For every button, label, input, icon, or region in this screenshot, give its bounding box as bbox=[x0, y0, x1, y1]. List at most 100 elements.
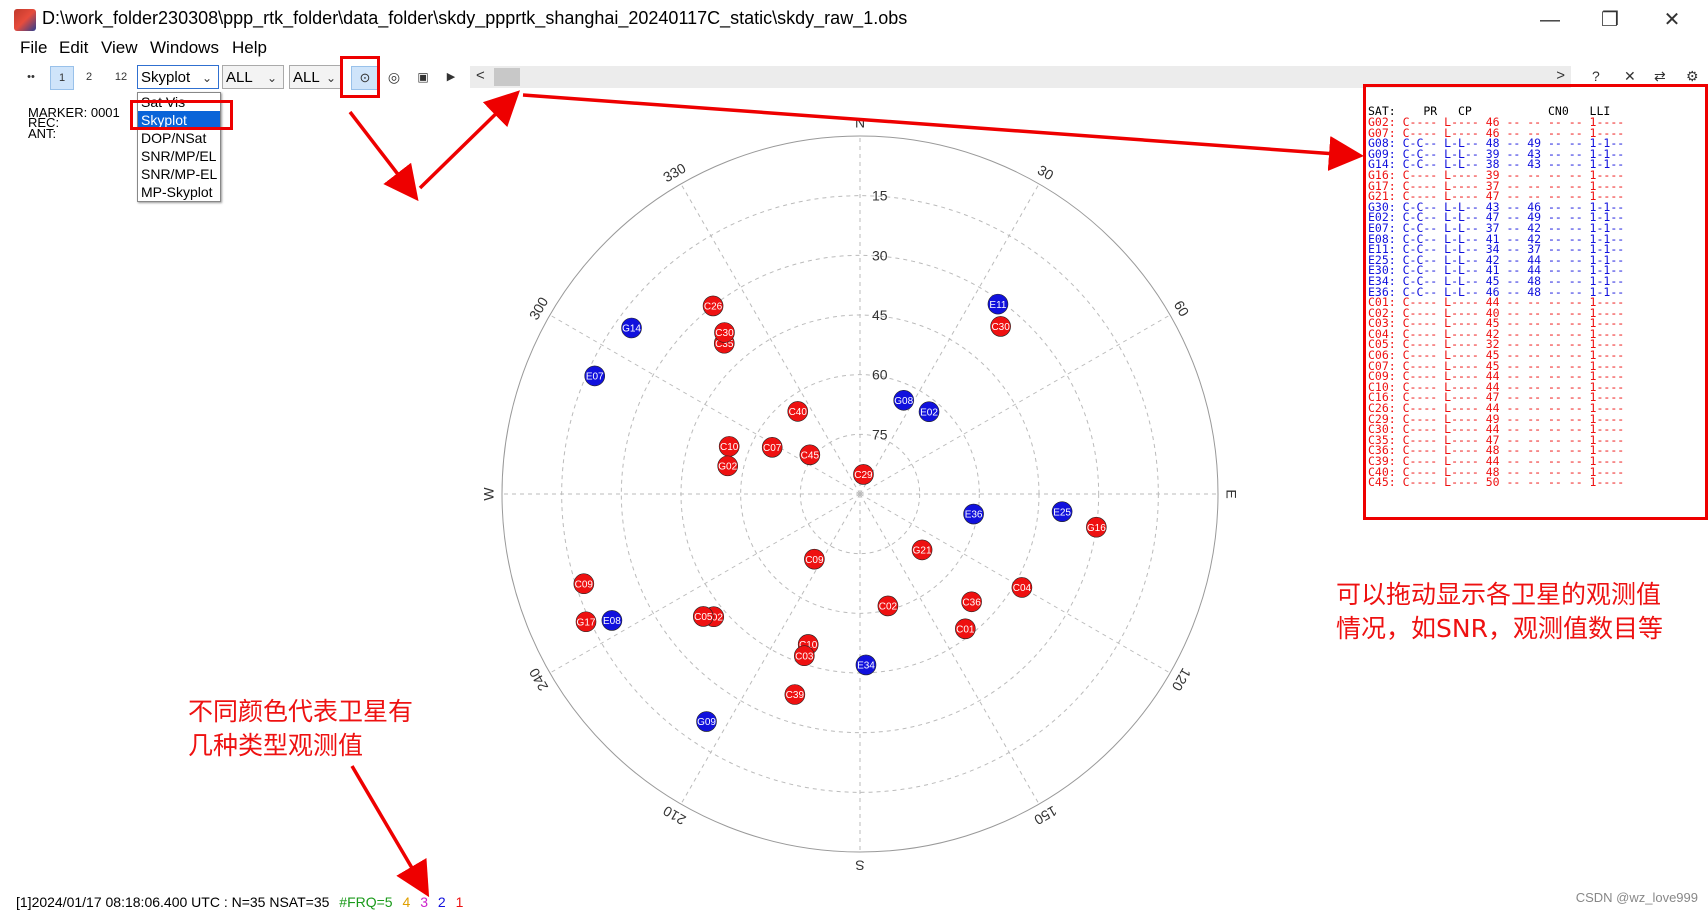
watermark: CSDN @wz_love999 bbox=[1575, 890, 1698, 905]
satellite-marker: C04 bbox=[1011, 577, 1033, 598]
satellite-marker: C01 bbox=[955, 618, 976, 640]
satellite-marker: C36 bbox=[961, 591, 982, 613]
satellite-marker: C03 bbox=[794, 645, 815, 667]
satellite-label: C07 bbox=[763, 443, 782, 454]
azimuth-label: 210 bbox=[660, 803, 688, 829]
satellite-marker: C10 bbox=[718, 436, 740, 457]
sat-button-highlight bbox=[340, 56, 380, 98]
right-annotation: 可以拖动显示各卫星的观测值 情况，如SNR，观测值数目等 bbox=[1336, 578, 1663, 646]
azimuth-label: S bbox=[855, 857, 864, 873]
skyplot-option-highlight bbox=[130, 100, 233, 130]
satellite-label: C04 bbox=[1013, 583, 1032, 594]
satellite-marker: C40 bbox=[787, 401, 809, 422]
azimuth-label: 120 bbox=[1169, 666, 1195, 694]
annotation-line: 几种类型观测值 bbox=[188, 731, 364, 760]
satellite-label: C09 bbox=[805, 555, 824, 566]
satellite-marker: C30 bbox=[990, 316, 1011, 337]
satellite-marker: C07 bbox=[761, 437, 783, 458]
satellite-label: C03 bbox=[795, 651, 814, 662]
satellite-marker: C09 bbox=[804, 548, 825, 570]
satellite-label: E08 bbox=[603, 616, 621, 627]
frequency-count: 2 bbox=[437, 894, 446, 910]
elevation-label: 15 bbox=[872, 188, 888, 204]
frequency-label: #FRQ=5 bbox=[339, 894, 393, 910]
satellite-label: C39 bbox=[786, 690, 805, 701]
satellite-label: E07 bbox=[586, 372, 604, 383]
frequency-count: 1 bbox=[455, 894, 464, 910]
satellite-marker: G14 bbox=[621, 317, 642, 339]
satellite-marker: C30 bbox=[714, 322, 735, 343]
annotation-line: 情况，如SNR，观测值数目等 bbox=[1336, 614, 1663, 643]
satellite-marker: C29 bbox=[853, 464, 874, 485]
frequency-count: 4 bbox=[402, 894, 411, 910]
azimuth-label: 60 bbox=[1171, 298, 1193, 320]
annotation-line: 不同颜色代表卫星有 bbox=[188, 697, 414, 726]
table-rows: G02: C---- L---- 46 -- -- -- -- 1---- G07… bbox=[1368, 116, 1708, 490]
elevation-label: 75 bbox=[872, 426, 888, 442]
satellite-marker: G08 bbox=[893, 389, 915, 411]
satellite-label: C09 bbox=[575, 579, 594, 590]
satellite-label: C01 bbox=[956, 624, 975, 635]
azimuth-label: 300 bbox=[526, 294, 552, 322]
azimuth-line bbox=[549, 314, 861, 495]
satellite-marker: E02 bbox=[918, 401, 940, 423]
satellite-label: G08 bbox=[894, 396, 913, 407]
table-row: C45: C---- L---- 50 -- -- -- -- 1---- bbox=[1368, 475, 1625, 490]
satellite-label: C30 bbox=[991, 322, 1010, 333]
satellite-label: G14 bbox=[622, 324, 641, 335]
satellite-label: C05 bbox=[694, 612, 713, 623]
annotation-line: 可以拖动显示各卫星的观测值 bbox=[1336, 580, 1662, 609]
azimuth-line bbox=[680, 493, 861, 805]
elevation-label: 45 bbox=[872, 307, 888, 323]
satellite-marker: E08 bbox=[601, 610, 623, 631]
satellite-label: G16 bbox=[1087, 523, 1106, 534]
satellite-label: G02 bbox=[718, 462, 737, 473]
satellite-label: E36 bbox=[965, 510, 983, 521]
status-bar: [1]2024/01/17 08:18:06.400 UTC : N=35 NS… bbox=[16, 894, 469, 910]
left-annotation: 不同颜色代表卫星有 几种类型观测值 bbox=[188, 695, 413, 763]
satellite-label: G17 bbox=[577, 617, 596, 628]
arrow-1 bbox=[348, 110, 419, 202]
arrow-3 bbox=[522, 93, 1364, 171]
satellite-label: C29 bbox=[854, 470, 873, 481]
satellite-marker: C05 bbox=[692, 606, 714, 627]
satellite-label: C30 bbox=[715, 328, 734, 339]
elevation-label: 30 bbox=[872, 247, 888, 263]
satellite-marker: C02 bbox=[877, 595, 899, 617]
satellite-marker: E25 bbox=[1051, 501, 1073, 522]
satellite-marker: C39 bbox=[784, 684, 806, 705]
azimuth-label: 240 bbox=[526, 665, 552, 693]
annotation-arrows bbox=[348, 90, 1364, 898]
satellite-marker: G21 bbox=[911, 539, 933, 561]
azimuth-label: 30 bbox=[1035, 162, 1057, 184]
satellite-marker: G17 bbox=[575, 611, 597, 633]
satellite-marker: G02 bbox=[717, 455, 739, 477]
azimuth-label: 150 bbox=[1031, 803, 1059, 829]
satellite-label: C45 bbox=[801, 450, 820, 461]
satellite-label: C26 bbox=[704, 302, 723, 313]
satellite-label: E11 bbox=[989, 300, 1006, 311]
satellite-marker: E07 bbox=[584, 365, 606, 387]
satellite-label: G09 bbox=[697, 717, 716, 728]
satellite-label: C36 bbox=[962, 597, 981, 608]
elevation-label: 60 bbox=[872, 367, 888, 383]
satellite-marker: E11 bbox=[987, 293, 1009, 315]
satellite-label: C10 bbox=[720, 442, 739, 453]
arrow-4 bbox=[350, 765, 430, 898]
satellite-label: E25 bbox=[1053, 507, 1071, 518]
azimuth-line bbox=[859, 493, 1040, 805]
azimuth-label: W bbox=[481, 487, 497, 501]
observation-table: SAT: PR CP CN0 LLI G02: C---- L---- 46 -… bbox=[1368, 105, 1708, 490]
azimuth-label: N bbox=[855, 115, 865, 131]
arrow-2 bbox=[418, 90, 521, 190]
azimuth-label: 330 bbox=[660, 160, 688, 186]
satellite-marker: G16 bbox=[1086, 516, 1107, 538]
satellite-label: C02 bbox=[879, 602, 898, 613]
satellite-label: C40 bbox=[789, 407, 808, 418]
skyplot: 15 30 45 60 75 N 30 60 E 120 150 S 210 240 W 300 330 E11 C… bbox=[481, 115, 1240, 874]
satellite-label: E02 bbox=[920, 407, 938, 418]
frequency-count: 3 bbox=[420, 894, 428, 910]
status-main: [1]2024/01/17 08:18:06.400 UTC : N=35 NS… bbox=[16, 894, 330, 910]
satellite-marker: C26 bbox=[702, 295, 724, 317]
satellite-marker: E34 bbox=[855, 654, 877, 676]
